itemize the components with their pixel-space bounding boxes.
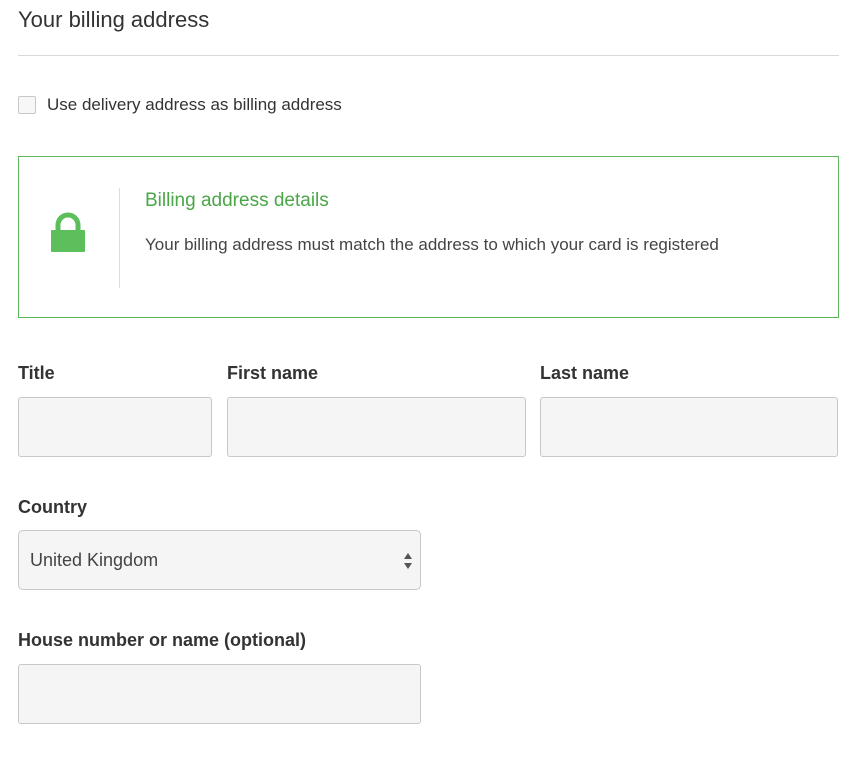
panel-text: Your billing address must match the addr… xyxy=(145,235,719,254)
country-select-value: United Kingdom xyxy=(30,549,159,570)
title-divider xyxy=(18,55,839,56)
house-input[interactable] xyxy=(18,664,421,724)
checkbox-box[interactable] xyxy=(18,96,36,114)
last-name-input[interactable] xyxy=(540,397,838,457)
title-input[interactable] xyxy=(18,397,212,457)
title-label: Title xyxy=(18,363,55,383)
first-name-label: First name xyxy=(227,363,319,383)
use-delivery-address-checkbox[interactable]: Use delivery address as billing address xyxy=(18,95,342,115)
first-name-input[interactable] xyxy=(227,397,526,457)
country-select[interactable]: United Kingdom xyxy=(18,530,421,590)
country-label: Country xyxy=(18,497,87,517)
checkbox-label[interactable]: Use delivery address as billing address xyxy=(47,95,342,115)
last-name-label: Last name xyxy=(540,363,630,383)
billing-info-panel: Billing address details Your billing add… xyxy=(18,156,839,318)
lock-icon xyxy=(49,212,87,254)
panel-divider xyxy=(119,188,120,288)
panel-heading: Billing address details xyxy=(145,190,329,211)
house-label: House number or name (optional) xyxy=(18,630,307,650)
page-title: Your billing address xyxy=(18,7,210,32)
select-arrows-icon xyxy=(403,551,413,571)
